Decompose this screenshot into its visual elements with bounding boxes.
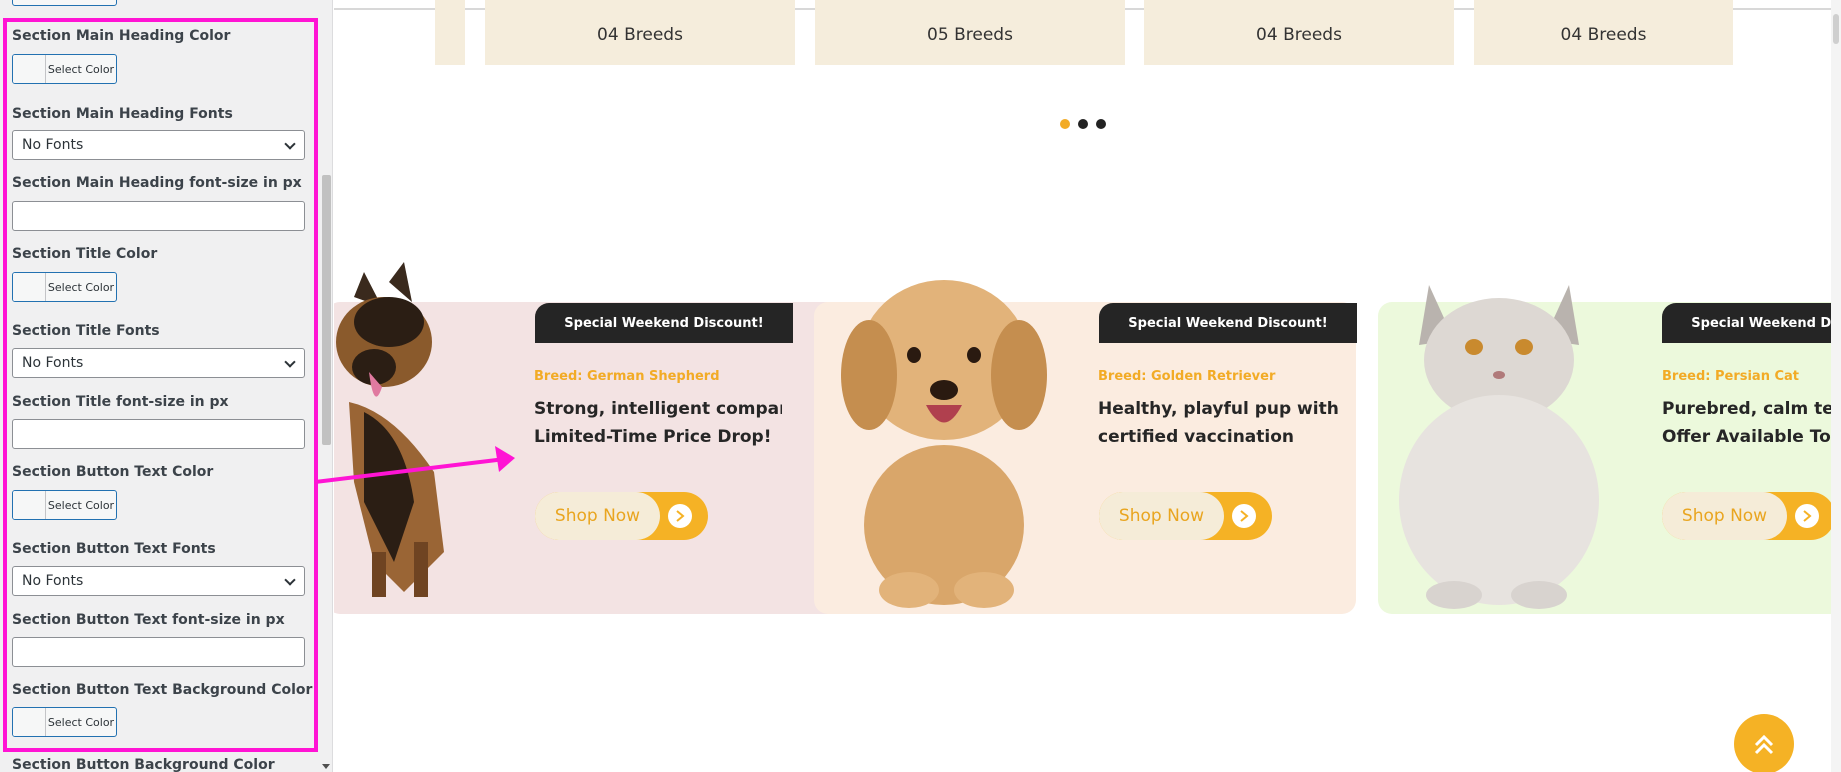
shop-now-button[interactable]: Shop Now bbox=[1662, 492, 1835, 540]
persian-cat-image bbox=[1399, 285, 1599, 609]
annotation-arrow bbox=[315, 446, 515, 484]
promo-description: Purebred, calm temperament Offer Availab… bbox=[1662, 395, 1841, 451]
panel-scrollbar[interactable] bbox=[319, 0, 332, 772]
promo-line: Offer Available Today bbox=[1662, 427, 1841, 447]
site-preview: 04 Breeds 05 Breeds 04 Breeds 04 Breeds … bbox=[334, 0, 1841, 772]
scrollbar-thumb[interactable] bbox=[322, 175, 331, 445]
double-chevron-up-icon bbox=[1754, 734, 1774, 755]
arrow-right-icon bbox=[1795, 504, 1819, 528]
customizer-panel: Section Main Heading Color Select Color … bbox=[0, 0, 333, 772]
previous-color-button[interactable] bbox=[12, 0, 117, 6]
customizer-controls: Section Main Heading Color Select Color … bbox=[0, 0, 320, 772]
shop-now-label: Shop Now bbox=[1662, 492, 1787, 540]
scroll-down-arrow-icon[interactable] bbox=[322, 764, 330, 769]
page-scrollbar-thumb[interactable] bbox=[1833, 14, 1839, 44]
promo-line: Purebred, calm temperament bbox=[1662, 399, 1841, 419]
breed-label: Breed: Persian Cat bbox=[1662, 369, 1800, 384]
page-scrollbar[interactable] bbox=[1831, 0, 1841, 772]
highlight-annotation-box bbox=[3, 18, 318, 752]
control-label: Section Button Background Color bbox=[12, 757, 275, 772]
back-to-top-button[interactable] bbox=[1734, 714, 1794, 772]
discount-badge: Special Weekend Discount! bbox=[1662, 303, 1841, 343]
carousel-viewport: Special Weekend Discount! Breed: Persian… bbox=[334, 0, 1841, 772]
